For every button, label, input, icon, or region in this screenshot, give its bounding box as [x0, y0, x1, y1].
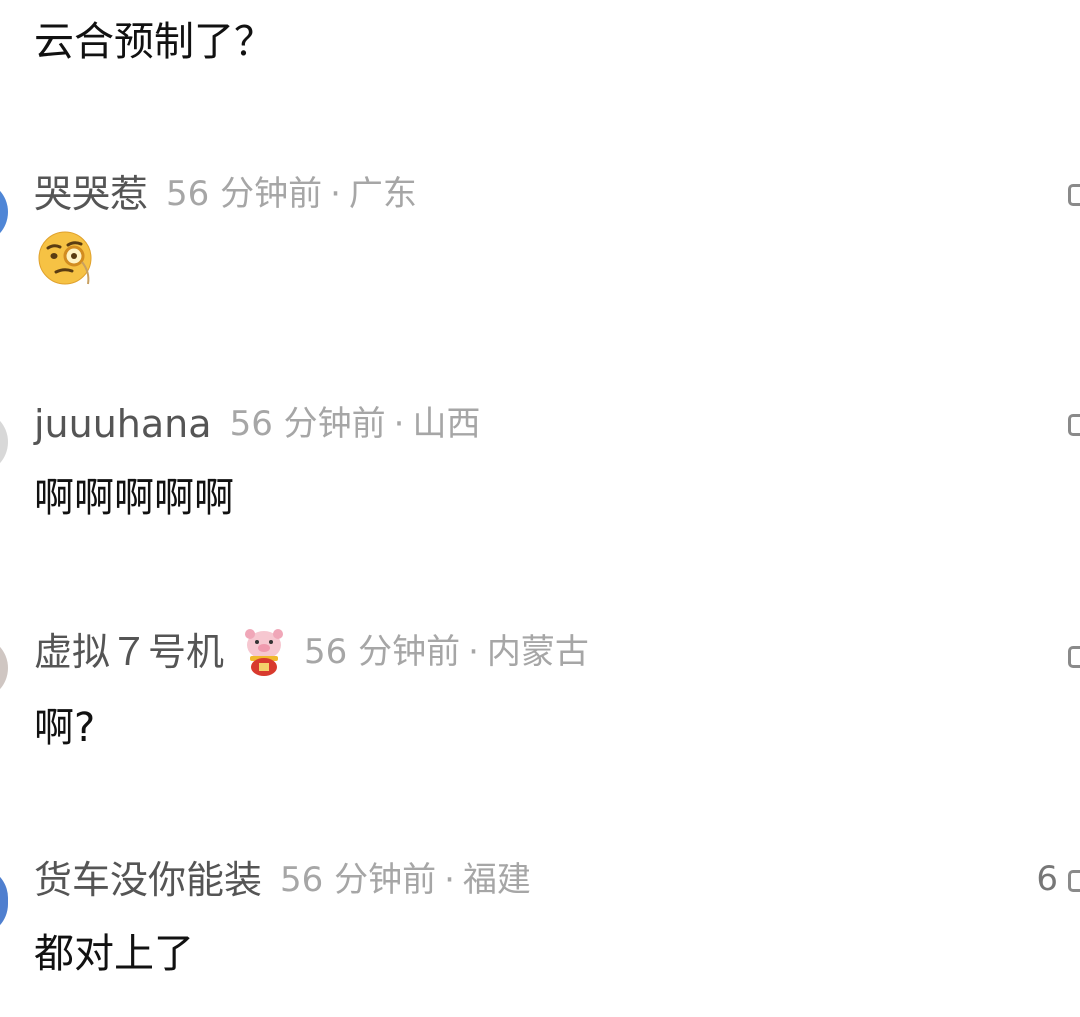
username[interactable]: juuuhana	[34, 405, 212, 443]
avatar[interactable]	[0, 180, 8, 244]
pig-fortune-badge-icon	[245, 629, 284, 676]
comment-time: 56 分钟前	[304, 632, 461, 672]
post-text: 云合预制了？	[34, 19, 274, 65]
comment-item[interactable]: 货车没你能装 56 分钟前 · 福建 都对上了 6	[0, 856, 1080, 986]
comment-location: 山西	[412, 404, 481, 444]
reply-icon[interactable]	[1068, 184, 1080, 206]
comment-location: 内蒙古	[486, 632, 589, 672]
like-count: 6	[1036, 859, 1058, 899]
meta-separator: ·	[393, 404, 405, 444]
comment-location: 福建	[462, 860, 531, 900]
comment-item[interactable]: 虚拟７号机 56 分钟前 · 内蒙古 啊?	[0, 626, 1080, 756]
meta-separator: ·	[444, 860, 455, 900]
meta-separator: ·	[468, 632, 479, 672]
username[interactable]: 货车没你能装	[34, 861, 262, 899]
avatar[interactable]	[0, 410, 8, 474]
reply-icon[interactable]	[1068, 870, 1080, 892]
comment-content: 啊啊啊啊啊	[34, 475, 234, 521]
comment-header: 哭哭惹 56 分钟前 · 广东	[34, 170, 417, 218]
comment-content: 都对上了	[34, 931, 194, 977]
avatar[interactable]	[0, 636, 8, 700]
comment-time: 56 分钟前	[280, 860, 437, 900]
avatar[interactable]	[0, 866, 8, 936]
comment-meta: 56 分钟前 · 广东	[166, 177, 417, 211]
username[interactable]: 虚拟７号机	[34, 633, 224, 671]
meta-separator: ·	[330, 174, 341, 214]
comment-item[interactable]: juuuhana 56 分钟前 · 山西 啊啊啊啊啊	[0, 400, 1080, 530]
reply-icon[interactable]	[1068, 646, 1080, 668]
comment-screen: { "post": { "text": "云合预制了？" }, "comment…	[0, 0, 1080, 1017]
comment-header: 货车没你能装 56 分钟前 · 福建	[34, 856, 531, 904]
reply-icon[interactable]	[1068, 414, 1080, 436]
comment-meta: 56 分钟前 · 山西	[230, 407, 481, 441]
username[interactable]: 哭哭惹	[34, 175, 148, 213]
comment-location: 广东	[348, 174, 417, 214]
comment-content: 啊?	[34, 705, 96, 751]
comment-time: 56 分钟前	[166, 174, 323, 214]
comment-meta: 56 分钟前 · 福建	[280, 863, 531, 897]
comment-header: 虚拟７号机 56 分钟前 · 内蒙古	[34, 626, 589, 678]
comment-item[interactable]: 哭哭惹 56 分钟前 · 广东	[0, 170, 1080, 300]
comment-time: 56 分钟前	[229, 404, 386, 444]
comment-meta: 56 分钟前 · 内蒙古	[304, 635, 589, 669]
comment-header: juuuhana 56 分钟前 · 山西	[34, 400, 480, 448]
monocle-face-icon	[38, 231, 92, 285]
